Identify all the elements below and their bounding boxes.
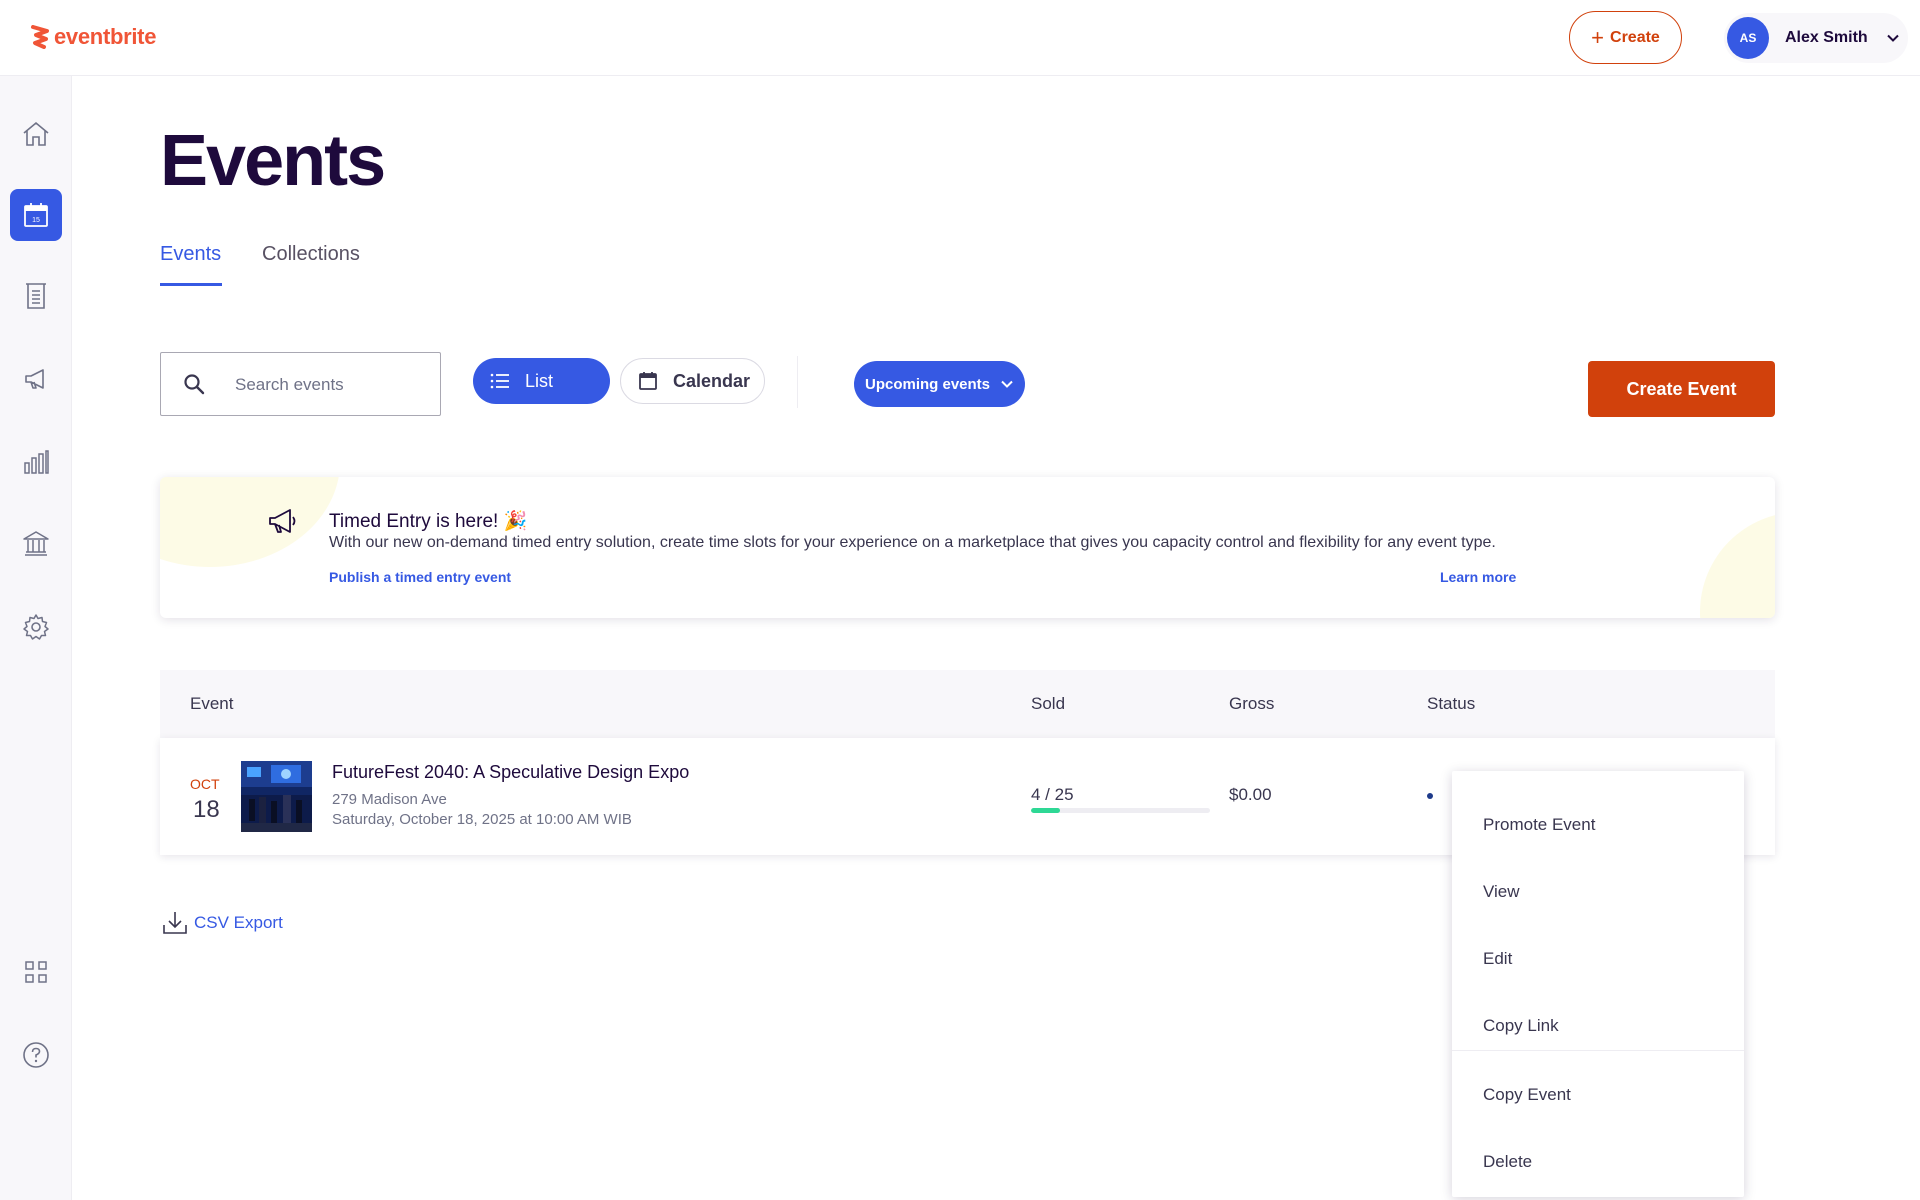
search-box	[160, 352, 441, 416]
search-icon	[184, 374, 205, 395]
event-actions-menu: Promote Event View Edit Copy Link Copy E…	[1452, 771, 1744, 1197]
csv-export-label: CSV Export	[194, 913, 283, 932]
timed-entry-banner: Timed Entry is here! 🎉 With our new on-d…	[160, 477, 1775, 618]
sidebar: 15	[0, 76, 72, 1200]
megaphone-icon	[269, 509, 296, 533]
sidebar-item-home[interactable]	[10, 108, 62, 160]
tickets-sold: 4 / 25	[1031, 785, 1074, 804]
eventbrite-logo[interactable]: eventbrite	[30, 22, 156, 52]
list-icon	[490, 373, 509, 389]
menu-item-view[interactable]: View	[1452, 862, 1744, 922]
column-header-sold[interactable]: Sold	[1031, 694, 1065, 714]
tab-events[interactable]: Events	[160, 243, 221, 266]
column-header-status[interactable]: Status	[1427, 694, 1475, 714]
calendar-small-icon	[639, 372, 657, 390]
event-thumbnail-image	[241, 761, 312, 832]
menu-item-promote-event[interactable]: Promote Event	[1452, 795, 1744, 855]
tab-collections[interactable]: Collections	[262, 243, 360, 266]
event-address: 279 Madison Ave	[332, 791, 447, 808]
eventbrite-logo-icon	[31, 25, 49, 49]
grid-icon	[25, 961, 47, 983]
event-name[interactable]: FutureFest 2040: A Speculative Design Ex…	[332, 762, 689, 783]
column-header-event[interactable]: Event	[190, 694, 233, 714]
event-datetime: Saturday, October 18, 2025 at 10:00 AM W…	[332, 811, 632, 828]
csv-export-link[interactable]: CSV Export	[160, 908, 283, 938]
calendar-view-toggle[interactable]: Calendar	[620, 358, 765, 404]
event-thumbnail[interactable]	[241, 761, 312, 832]
active-tab-indicator	[160, 283, 222, 286]
download-icon	[163, 912, 187, 934]
top-create-label: Create	[1610, 28, 1660, 46]
list-view-toggle[interactable]: List	[473, 358, 610, 404]
create-event-button[interactable]: Create Event	[1588, 361, 1775, 417]
account-menu[interactable]: AS Alex Smith	[1724, 13, 1908, 63]
banner-decoration	[1700, 512, 1775, 618]
publish-timed-entry-link[interactable]: Publish a timed entry event	[329, 569, 511, 585]
app-root: eventbrite + Create AS Alex Smith 15 Eve…	[0, 0, 1920, 1200]
banner-title: Timed Entry is here! 🎉	[329, 511, 528, 532]
menu-divider	[1452, 1050, 1744, 1051]
banner-description: With our new on-demand timed entry solut…	[329, 534, 1496, 551]
tickets-sold-progress-fill	[1031, 808, 1060, 813]
sidebar-item-help[interactable]	[10, 1029, 62, 1081]
event-date-month: OCT	[190, 776, 220, 792]
learn-more-link[interactable]: Learn more	[1440, 569, 1516, 585]
tickets-sold-progress	[1031, 808, 1210, 813]
gross-amount: $0.00	[1229, 785, 1272, 804]
top-bar: eventbrite + Create AS Alex Smith	[0, 0, 1920, 76]
sidebar-item-settings[interactable]	[10, 601, 62, 653]
toolbar-divider	[797, 356, 798, 408]
sidebar-item-marketing[interactable]	[10, 353, 62, 405]
event-date-day: 18	[193, 796, 220, 823]
megaphone-icon	[25, 369, 44, 389]
search-input[interactable]	[235, 371, 425, 399]
column-header-gross[interactable]: Gross	[1229, 694, 1274, 714]
bar-chart-icon	[24, 450, 49, 474]
help-icon	[23, 1042, 49, 1068]
upcoming-events-label: Upcoming events	[864, 375, 991, 393]
page-title: Events	[160, 121, 386, 201]
top-create-button[interactable]: + Create	[1569, 11, 1682, 64]
sidebar-item-finance[interactable]	[10, 518, 62, 570]
sidebar-item-events[interactable]: 15	[10, 189, 62, 241]
home-icon	[23, 121, 49, 146]
banner-decoration	[160, 477, 340, 567]
sidebar-item-orders[interactable]	[10, 270, 62, 322]
account-name: Alex Smith	[1785, 29, 1868, 46]
upcoming-events-filter[interactable]: Upcoming events	[854, 361, 1025, 407]
avatar: AS	[1727, 17, 1769, 59]
status-indicator	[1427, 793, 1433, 799]
calendar-badge: 15	[32, 217, 40, 224]
sidebar-item-reports[interactable]	[10, 436, 62, 488]
calendar-view-label: Calendar	[673, 370, 751, 391]
menu-item-copy-event[interactable]: Copy Event	[1452, 1065, 1744, 1125]
sidebar-item-apps[interactable]	[10, 946, 62, 998]
events-table-header: Event Sold Gross Status	[160, 670, 1775, 738]
chevron-down-icon	[1886, 34, 1899, 42]
calendar-icon: 15	[24, 203, 48, 227]
menu-item-edit[interactable]: Edit	[1452, 929, 1744, 989]
receipt-icon	[26, 283, 46, 309]
plus-icon: +	[1591, 24, 1605, 50]
menu-item-delete[interactable]: Delete	[1452, 1132, 1744, 1192]
menu-item-copy-link[interactable]: Copy Link	[1452, 996, 1744, 1056]
chevron-down-icon	[1001, 380, 1013, 388]
bank-icon	[23, 531, 49, 556]
gear-icon	[23, 614, 49, 640]
list-view-label: List	[525, 370, 554, 391]
logo-text: eventbrite	[54, 24, 157, 49]
